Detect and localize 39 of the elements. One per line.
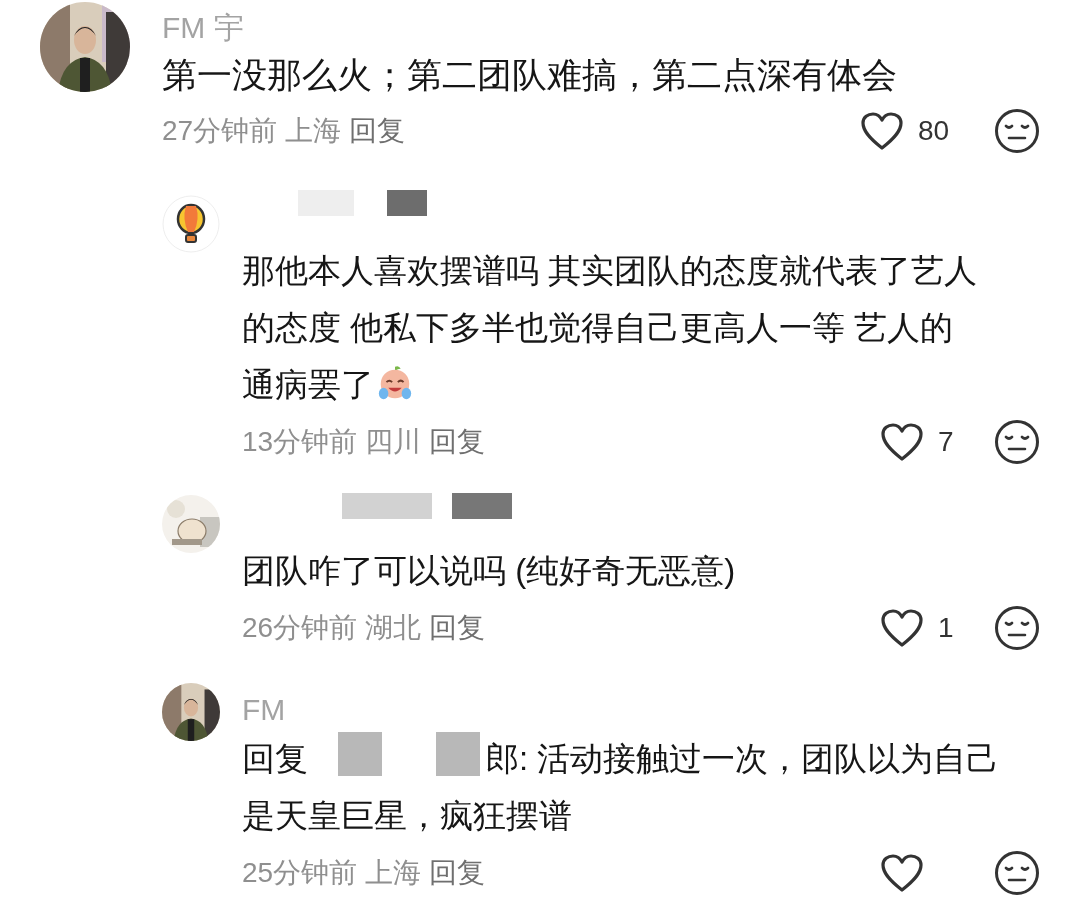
comment-text: 通病罢了: [242, 366, 374, 403]
neutral-face-icon[interactable]: [994, 605, 1040, 651]
heart-icon[interactable]: [880, 422, 924, 462]
comment-time: 13分钟前: [242, 425, 358, 459]
comment-text: 第一没那么火；第二团队难搞，第二点深有体会: [162, 55, 897, 94]
comment-time: 27分钟前: [162, 114, 278, 148]
comment-text: 那他本人喜欢摆谱吗 其实团队的态度就代表了艺人: [242, 252, 978, 289]
reply-link[interactable]: 回复: [429, 423, 486, 461]
author-name[interactable]: FM 宇: [162, 8, 1040, 48]
heart-icon[interactable]: [880, 608, 924, 648]
reply-prefix: 回复: [242, 740, 308, 777]
comment-location: 上海: [365, 856, 422, 890]
redaction-block: [338, 732, 382, 776]
comment-text: 郎: 活动接触过一次，团队以为自己: [486, 740, 1000, 777]
redaction-block: [387, 190, 427, 216]
comment-text: 团队咋了可以说吗 (纯好奇无恶意): [242, 552, 736, 589]
like-count: 1: [937, 612, 955, 644]
author-name[interactable]: FM: [242, 693, 286, 726]
heart-icon[interactable]: [860, 111, 904, 151]
comment-time: 25分钟前: [242, 856, 358, 890]
comment-location: 上海: [285, 114, 342, 148]
heart-icon[interactable]: [880, 853, 924, 893]
like-count: 80: [917, 115, 951, 147]
comment-location: 四川: [365, 425, 422, 459]
balloon-avatar-icon[interactable]: [162, 195, 220, 253]
neutral-face-icon[interactable]: [994, 419, 1040, 465]
comment-time: 26分钟前: [242, 611, 358, 645]
redaction-block: [436, 732, 480, 776]
comment-text: 是天皇巨星，疯狂摆谱: [242, 797, 572, 834]
like-count: 7: [937, 426, 955, 458]
redaction-block: [452, 493, 512, 519]
reply-link[interactable]: 回复: [429, 854, 486, 892]
reply-link[interactable]: 回复: [349, 112, 406, 150]
comment-text: 的态度 他私下多半也觉得自己更高人一等 艺人的: [242, 309, 954, 346]
neutral-face-icon[interactable]: [994, 850, 1040, 896]
crying-emoji-icon: [376, 364, 414, 402]
reply-link[interactable]: 回复: [429, 609, 486, 647]
comment-location: 湖北: [365, 611, 422, 645]
neutral-face-icon[interactable]: [994, 108, 1040, 154]
